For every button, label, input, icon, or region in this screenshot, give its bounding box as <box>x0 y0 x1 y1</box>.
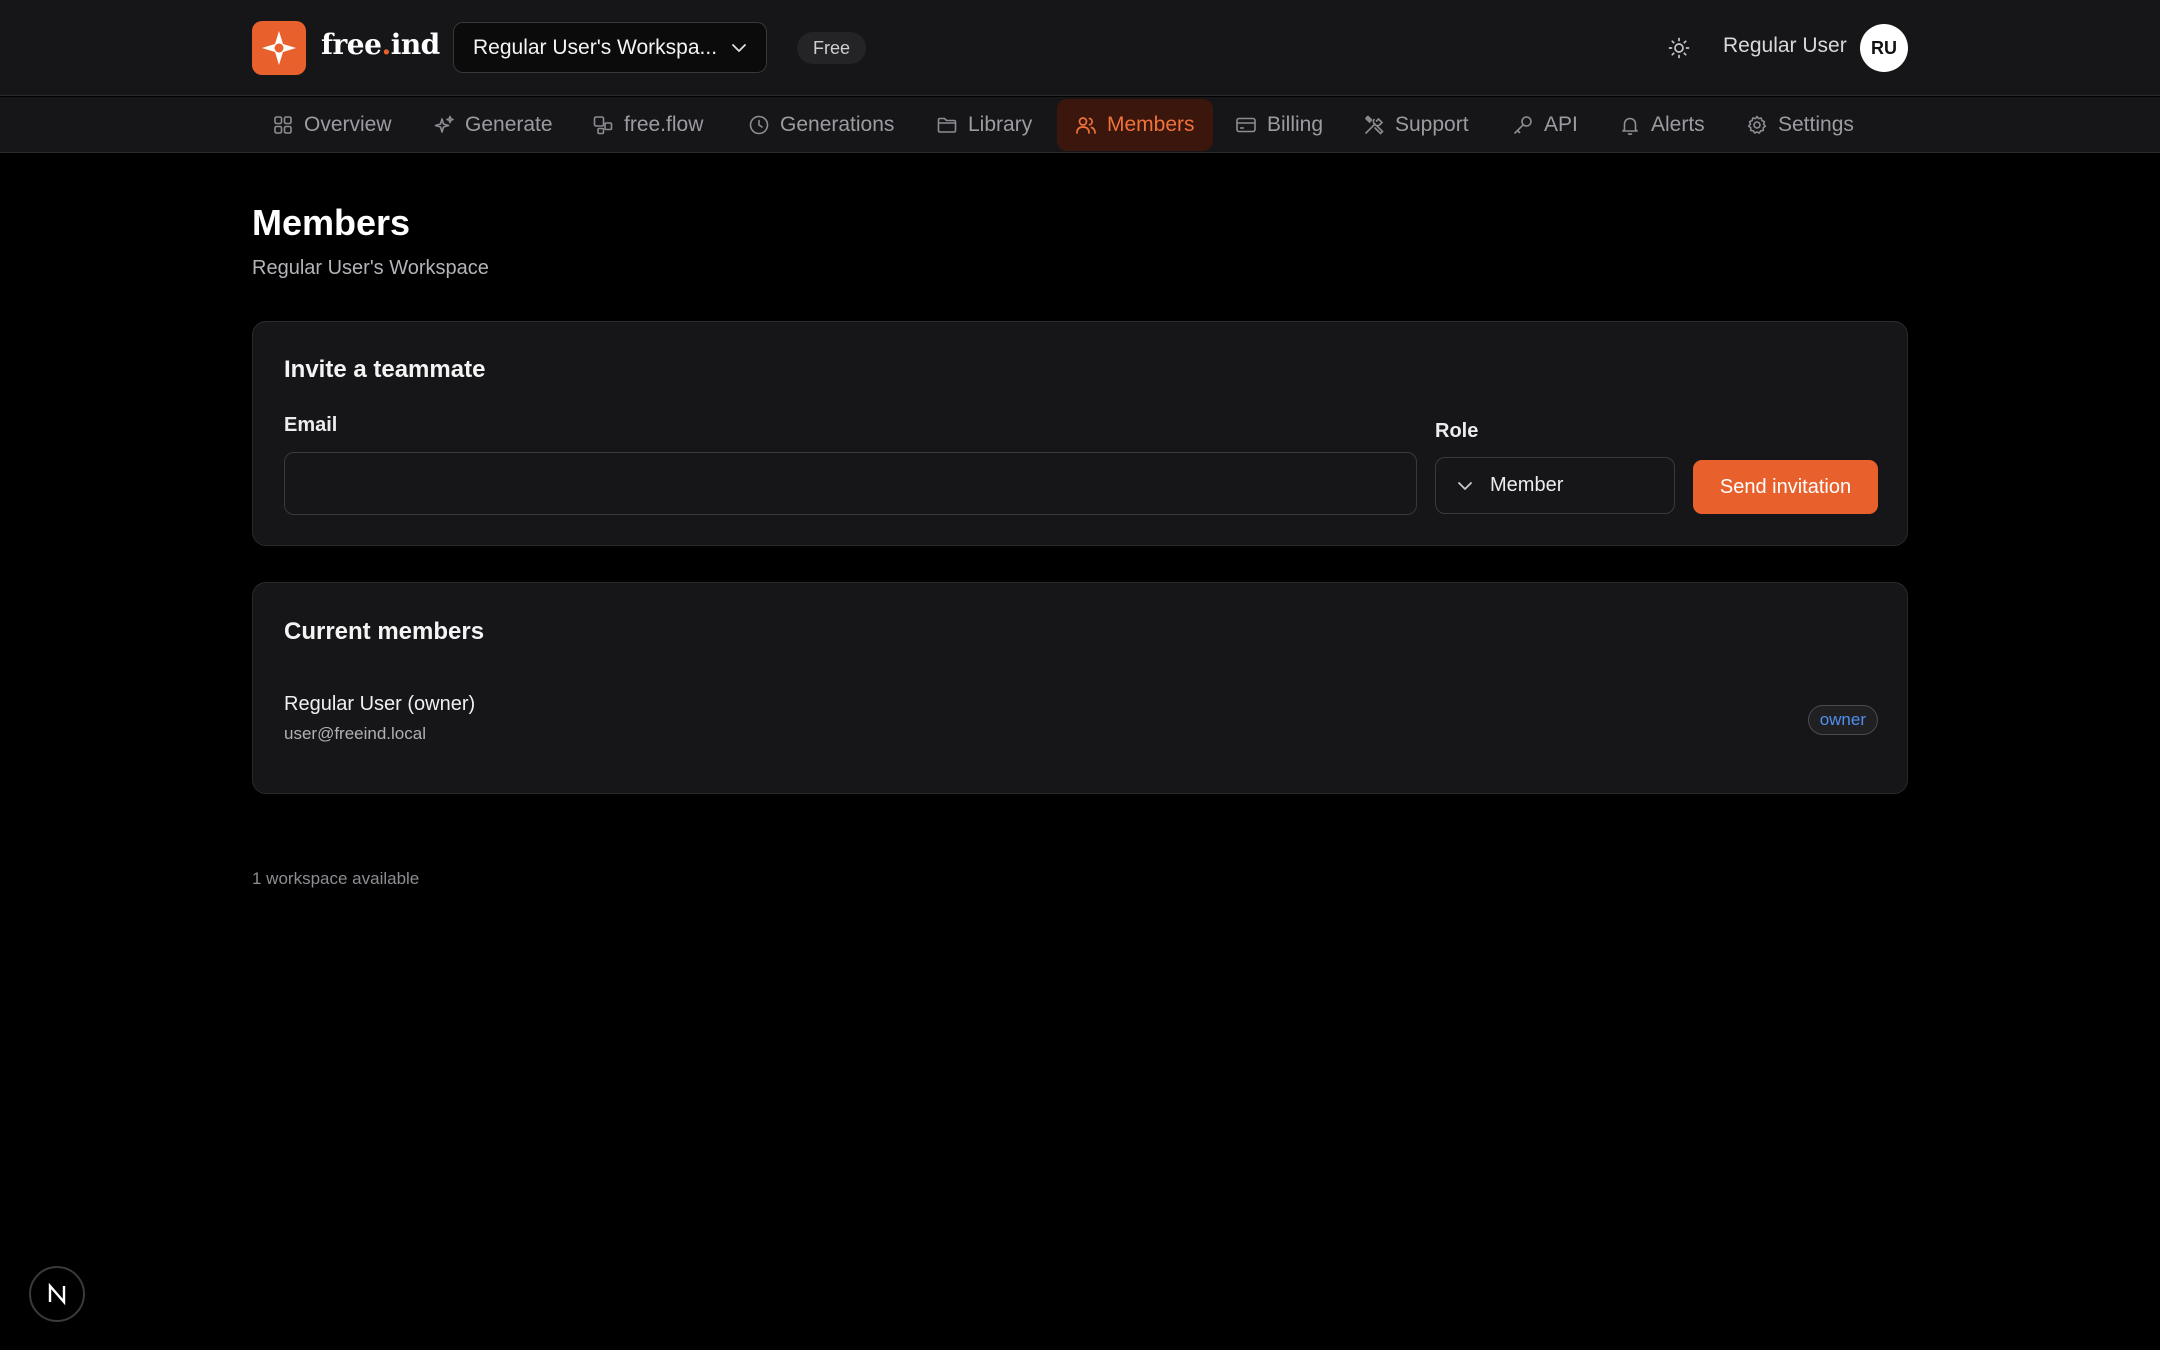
nav-item-free-flow[interactable]: free.flow <box>574 99 721 151</box>
role-select-value: Member <box>1490 474 1564 496</box>
nav-item-members[interactable]: Members <box>1057 99 1213 151</box>
workspace-selector-label: Regular User's Workspa... <box>473 35 718 59</box>
nav-item-overview[interactable]: Overview <box>254 99 410 151</box>
avatar[interactable]: RU <box>1860 24 1908 72</box>
nav-item-billing[interactable]: Billing <box>1217 99 1341 151</box>
user-name[interactable]: Regular User <box>1723 34 1847 58</box>
nav-item-generations[interactable]: Generations <box>730 99 912 151</box>
folder-icon <box>937 117 957 133</box>
role-badge: owner <box>1807 705 1878 735</box>
page-subtitle: Regular User's Workspace <box>252 257 489 279</box>
nav-item-alerts[interactable]: Alerts <box>1601 99 1723 151</box>
nav-item-generate[interactable]: Generate <box>415 99 571 151</box>
plan-badge: Free <box>797 32 867 64</box>
nav-item-support[interactable]: Support <box>1345 99 1487 151</box>
grid-icon <box>274 116 292 134</box>
nav-item-library[interactable]: Library <box>918 99 1050 151</box>
dev-tools-button[interactable] <box>29 1266 85 1322</box>
chevron-down-icon <box>1458 481 1472 490</box>
invite-card: Invite a teammate Email Role Member Send… <box>252 321 1908 546</box>
top-header: free.ind Regular User's Workspa... Free … <box>0 0 2160 96</box>
nav-item-label: Library <box>968 113 1033 136</box>
email-field[interactable] <box>284 452 1417 515</box>
workspace-selector[interactable]: Regular User's Workspa... <box>453 22 767 73</box>
flow-icon <box>593 116 613 135</box>
nav-item-label: free.flow <box>624 113 704 136</box>
logo-icon[interactable] <box>252 21 306 75</box>
gear-icon <box>1747 115 1767 134</box>
nav-item-settings[interactable]: Settings <box>1728 99 1872 151</box>
page-title: Members <box>252 202 411 243</box>
nav-item-label: Support <box>1395 113 1469 136</box>
credit-card-icon <box>1236 117 1256 133</box>
brand-name[interactable]: free.ind <box>321 28 440 61</box>
list-item: Regular User (owner) user@freeind.local … <box>284 693 1878 753</box>
nav-item-label: API <box>1544 113 1578 136</box>
nav-item-label: Settings <box>1778 113 1854 136</box>
nav-item-label: Generations <box>780 113 895 136</box>
nav-item-label: Overview <box>304 113 392 136</box>
role-select[interactable]: Member <box>1435 457 1675 514</box>
members-card-title: Current members <box>284 618 485 645</box>
nav-item-label: Members <box>1107 113 1195 136</box>
nav-item-api[interactable]: API <box>1494 99 1596 151</box>
main-nav: Overview Generate free.flow Generations … <box>0 97 2160 153</box>
invite-card-title: Invite a teammate <box>284 356 486 383</box>
email-label: Email <box>284 414 338 436</box>
member-name: Regular User (owner) <box>284 693 476 715</box>
tools-icon <box>1364 115 1384 135</box>
sparkle-icon <box>434 115 454 133</box>
members-card: Current members Regular User (owner) use… <box>252 582 1908 794</box>
nav-item-label: Generate <box>465 113 553 136</box>
clock-icon <box>749 115 769 135</box>
member-email: user@freeind.local <box>284 724 426 743</box>
users-icon <box>1076 117 1096 134</box>
role-label: Role <box>1435 420 1479 442</box>
n-logo-icon <box>48 1282 66 1306</box>
chevron-down-icon <box>732 43 746 52</box>
sun-icon <box>1668 37 1690 59</box>
theme-toggle-button[interactable] <box>1664 33 1694 63</box>
nav-item-label: Alerts <box>1651 113 1705 136</box>
nav-item-label: Billing <box>1267 113 1324 136</box>
workspace-count-note: 1 workspace available <box>252 869 420 888</box>
send-invitation-button[interactable]: Send invitation <box>1693 460 1878 514</box>
key-icon <box>1514 116 1532 134</box>
bell-icon <box>1622 117 1638 136</box>
